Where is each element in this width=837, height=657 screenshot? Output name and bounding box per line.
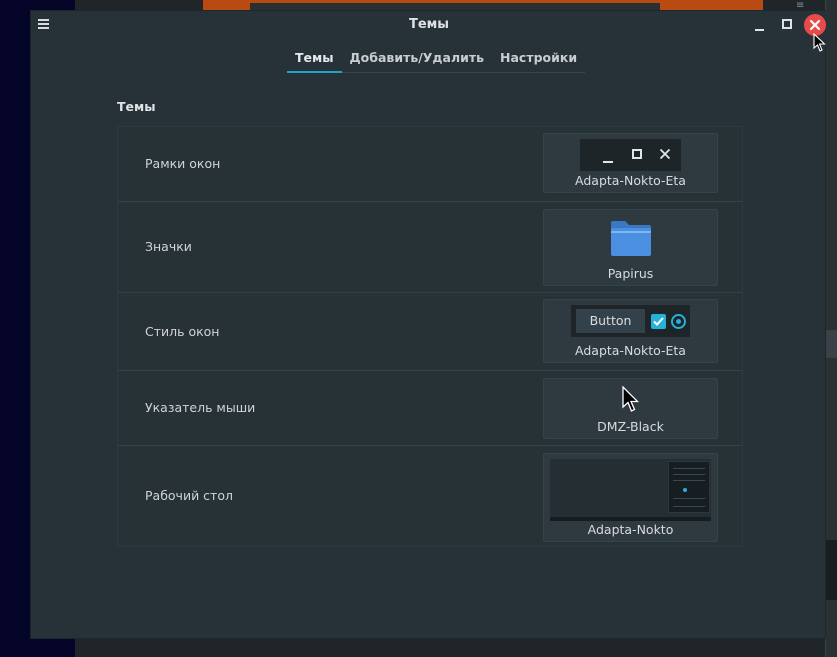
row-label: Значки	[145, 239, 192, 254]
mouse-pointer-selector-button[interactable]: DMZ-Black	[543, 378, 718, 439]
background-window-fragment	[825, 540, 837, 600]
icons-selector-button[interactable]: Papirus	[543, 209, 718, 286]
mouse-pointer-icon	[813, 33, 826, 52]
window-style-selector-button[interactable]: Button Adapta-Nokto-Eta	[543, 299, 718, 363]
theme-list: Рамки окон Adapta-Nokto-Eta Значки Papir…	[117, 126, 743, 547]
tab-settings[interactable]: Настройки	[492, 47, 586, 73]
list-item-mouse-pointer: Указатель мыши DMZ-Black	[118, 371, 742, 446]
title-bar[interactable]: Темы	[31, 11, 827, 39]
maximize-button[interactable]	[777, 15, 797, 35]
checkmark-icon	[653, 317, 664, 326]
sample-button: Button	[576, 309, 645, 333]
row-label: Рамки окон	[145, 156, 221, 171]
preview-caption: Adapta-Nokto-Eta	[575, 173, 686, 188]
window-title: Темы	[408, 17, 450, 32]
preview-caption: Adapta-Nokto-Eta	[575, 343, 686, 358]
row-label: Стиль окон	[145, 324, 220, 339]
list-item-window-borders: Рамки окон Adapta-Nokto-Eta	[118, 127, 742, 202]
tab-bar: Темы Добавить/Удалить Настройки	[287, 47, 586, 75]
minimize-icon	[603, 161, 613, 163]
preview-caption: Adapta-Nokto	[587, 522, 674, 537]
preview-caption: DMZ-Black	[597, 419, 664, 434]
close-icon	[809, 19, 821, 31]
preview-caption: Papirus	[607, 266, 654, 281]
window-borders-selector-button[interactable]: Adapta-Nokto-Eta	[543, 133, 718, 193]
list-item-icons: Значки Papirus	[118, 202, 742, 293]
themes-window: Темы Темы Добавить/Удалить Настройки Тем…	[30, 10, 827, 639]
maximize-icon	[782, 19, 792, 29]
background-window-fragment	[825, 330, 837, 358]
panel-preview	[550, 517, 711, 521]
minimize-icon	[755, 29, 764, 31]
calendar-widget-preview	[668, 461, 710, 513]
tab-themes[interactable]: Темы	[287, 47, 342, 73]
desktop-selector-button[interactable]: Adapta-Nokto	[543, 453, 718, 542]
section-title: Темы	[117, 99, 156, 114]
desktop-thumbnail	[550, 459, 711, 521]
row-label: Указатель мыши	[145, 400, 256, 415]
tab-add-remove[interactable]: Добавить/Удалить	[341, 47, 493, 73]
widget-style-preview: Button	[571, 305, 690, 337]
cursor-icon	[622, 386, 640, 412]
minimize-button[interactable]	[749, 15, 769, 35]
maximize-icon	[632, 149, 642, 159]
list-item-window-style: Стиль окон Button Adapta-Nokto-Eta	[118, 293, 742, 371]
close-icon	[659, 148, 671, 160]
folder-icon	[611, 221, 651, 256]
window-controls-preview	[580, 139, 681, 171]
sample-radio	[671, 314, 686, 329]
sample-checkbox	[651, 314, 666, 329]
list-item-desktop: Рабочий стол Adapta-Nokto	[118, 446, 742, 546]
row-label: Рабочий стол	[145, 488, 233, 503]
